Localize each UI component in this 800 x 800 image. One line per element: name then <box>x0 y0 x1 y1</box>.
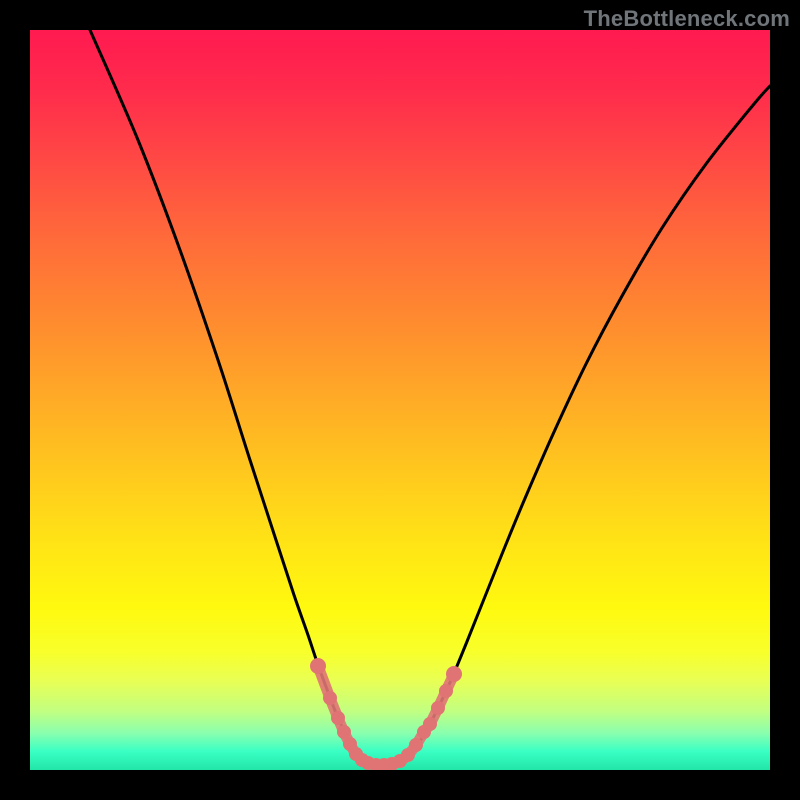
chart-frame: TheBottleneck.com <box>0 0 800 800</box>
watermark-text: TheBottleneck.com <box>584 6 790 32</box>
marker-dot <box>337 725 351 739</box>
marker-dot <box>446 666 462 682</box>
marker-dot <box>439 684 453 698</box>
plot-area <box>30 30 770 770</box>
marker-dot <box>409 738 423 752</box>
marker-dot <box>323 691 337 705</box>
marker-dot <box>423 717 437 731</box>
bottleneck-curve <box>90 30 770 765</box>
marker-group <box>310 658 462 770</box>
marker-dot <box>310 658 326 674</box>
marker-dot <box>431 701 445 715</box>
marker-dot <box>331 711 345 725</box>
curve-layer <box>30 30 770 770</box>
